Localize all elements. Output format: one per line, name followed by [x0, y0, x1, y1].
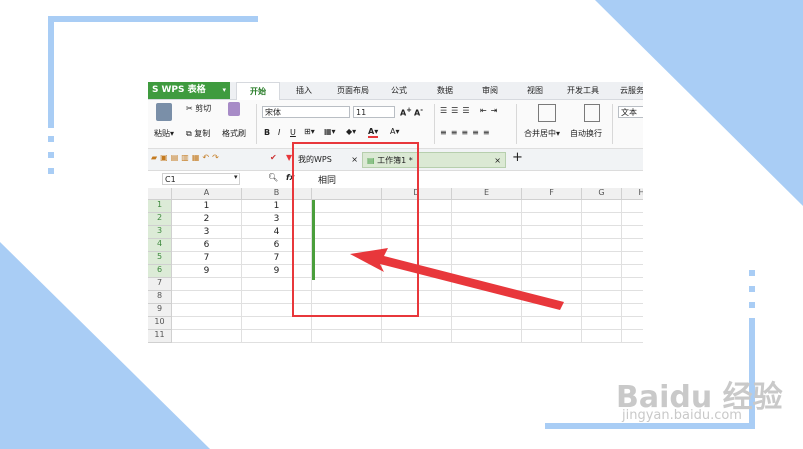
scissors-icon: ✂	[186, 104, 193, 113]
grid-line	[241, 200, 242, 343]
cut-label: 剪切	[195, 104, 212, 113]
decor-line-top	[48, 16, 258, 22]
wrap-text-icon[interactable]	[584, 104, 600, 122]
paste-label: 粘贴	[154, 129, 170, 138]
format-painter-icon[interactable]	[228, 102, 240, 116]
decor-dot	[749, 286, 755, 292]
arrow-shape	[350, 248, 564, 310]
ribbon-tab-bar: S WPS 表格 ▾ 开始 插入 页面布局 公式 数据 审阅 视图 开发工具 云服…	[148, 82, 643, 100]
tab-formulas[interactable]: 公式	[382, 82, 416, 99]
format-painter-label[interactable]: 格式刷	[222, 128, 246, 139]
column-header[interactable]: F	[522, 188, 582, 200]
tab-page-layout[interactable]: 页面布局	[328, 82, 378, 99]
merge-center-label: 合并居中	[524, 129, 556, 138]
tab-view[interactable]: 视图	[518, 82, 552, 99]
row-header[interactable]: 10	[148, 317, 172, 330]
font-size-select[interactable]: 11	[353, 106, 395, 118]
tab-review[interactable]: 审阅	[473, 82, 507, 99]
zoom-icon[interactable]: 🔍︎	[268, 173, 278, 182]
decor-dot	[48, 152, 54, 158]
tab-home[interactable]: 开始	[236, 82, 280, 100]
select-all-corner[interactable]	[148, 188, 172, 200]
name-box-dropdown-icon[interactable]: ▾	[234, 173, 238, 181]
increase-font-icon[interactable]: A+	[400, 106, 412, 118]
quick-access-icons[interactable]: ▰▣▤▥▦↶↷	[151, 153, 222, 162]
copy-label: 复制	[194, 129, 211, 138]
fill-color-icon[interactable]: ▦▾	[324, 127, 336, 136]
watermark-url: jingyan.baidu.com	[622, 408, 742, 423]
tab-data[interactable]: 数据	[428, 82, 462, 99]
dropdown-icon: ▾	[222, 86, 226, 94]
underline-icon[interactable]: U	[290, 128, 296, 137]
copy-icon: ⧉	[186, 129, 192, 138]
row-header[interactable]: 11	[148, 330, 172, 343]
name-box[interactable]: C1	[162, 173, 240, 185]
annotation-arrow	[350, 248, 564, 310]
close-icon[interactable]: ×	[494, 153, 501, 169]
row-header[interactable]: 7	[148, 278, 172, 291]
cut-button[interactable]: ✂ 剪切	[186, 103, 211, 114]
selected-range-indicator	[312, 200, 315, 280]
decor-dot	[749, 270, 755, 276]
clear-format-icon[interactable]: A▾	[390, 127, 400, 136]
border-icon[interactable]: ⊞▾	[304, 127, 315, 136]
decor-dot	[48, 136, 54, 142]
decrease-font-icon[interactable]: A-	[414, 106, 423, 118]
font-name-select[interactable]: 宋体	[262, 106, 350, 118]
row-header[interactable]: 2	[148, 213, 172, 226]
merge-center-icon[interactable]	[538, 104, 556, 122]
column-header[interactable]: E	[452, 188, 522, 200]
paste-icon[interactable]	[156, 103, 172, 121]
paste-button[interactable]: 粘贴▾	[154, 128, 174, 139]
column-header[interactable]: G	[582, 188, 622, 200]
decor-dot	[48, 168, 54, 174]
tab-developer[interactable]: 开发工具	[560, 82, 606, 99]
row-header[interactable]: 6	[148, 265, 172, 278]
row-header[interactable]: 5	[148, 252, 172, 265]
wrap-text-label[interactable]: 自动换行	[570, 128, 602, 139]
vertical-align-icons[interactable]: ☰☰☰	[440, 106, 474, 115]
bold-icon[interactable]: B	[264, 128, 270, 137]
tab-cloud-service[interactable]: 云服务	[614, 82, 643, 99]
ribbon-divider	[434, 104, 435, 144]
cell-a[interactable]: 6	[172, 239, 242, 252]
fill-bucket-icon[interactable]: ◆▾	[346, 127, 356, 136]
ribbon-divider	[612, 104, 613, 144]
cell-a[interactable]: 3	[172, 226, 242, 239]
merge-center-button[interactable]: 合并居中▾	[524, 128, 560, 139]
row-header[interactable]: 9	[148, 304, 172, 317]
number-format-select[interactable]: 文本	[618, 106, 643, 118]
cell-a[interactable]: 2	[172, 213, 242, 226]
decor-line-bottom	[545, 423, 755, 429]
row-header[interactable]: 1	[148, 200, 172, 213]
check-icon[interactable]: ✔	[270, 153, 277, 162]
indent-icons[interactable]: ⇤⇥	[480, 106, 501, 115]
column-header[interactable]: H	[622, 188, 643, 200]
decor-dot	[749, 302, 755, 308]
tab-insert[interactable]: 插入	[286, 82, 322, 99]
column-header[interactable]: A	[172, 188, 242, 200]
ribbon-divider	[516, 104, 517, 144]
row-header[interactable]: 3	[148, 226, 172, 239]
new-tab-button[interactable]: +	[512, 150, 523, 165]
font-color-icon[interactable]: A▾	[368, 127, 379, 138]
horizontal-align-icons[interactable]: ≡≡≡≡≡	[440, 128, 494, 137]
row-header[interactable]: 8	[148, 291, 172, 304]
copy-button[interactable]: ⧉ 复制	[186, 128, 210, 139]
grid-line	[621, 200, 622, 343]
cell-a[interactable]: 1	[172, 200, 242, 213]
wps-menu-button[interactable]: S WPS 表格 ▾	[148, 82, 230, 99]
row-header[interactable]: 4	[148, 239, 172, 252]
decor-line-left	[48, 16, 54, 128]
ribbon-divider	[256, 104, 257, 144]
grid-line	[581, 200, 582, 343]
app-name: WPS 表格	[161, 85, 206, 95]
italic-icon[interactable]: I	[278, 128, 280, 137]
cell-a[interactable]: 9	[172, 265, 242, 278]
cell-a[interactable]: 7	[172, 252, 242, 265]
wps-logo-icon: S	[152, 85, 159, 95]
